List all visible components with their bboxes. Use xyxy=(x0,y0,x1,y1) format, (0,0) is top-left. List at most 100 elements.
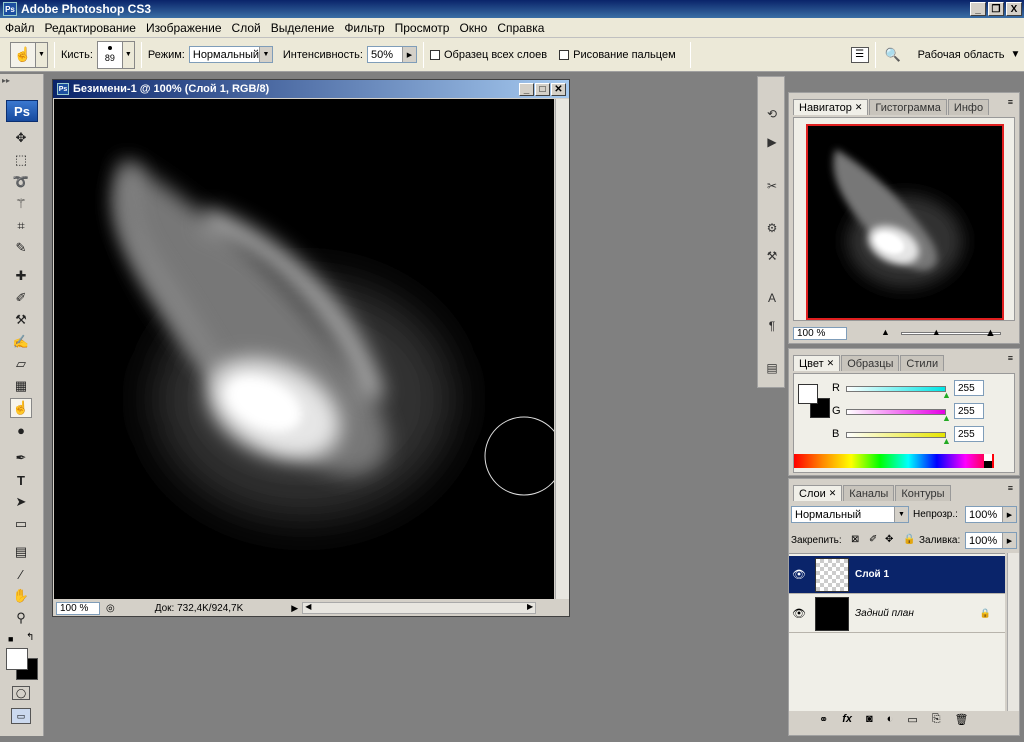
tab-channels[interactable]: Каналы xyxy=(843,485,895,501)
foreground-color-swatch[interactable] xyxy=(6,648,28,670)
lock-transparency-icon[interactable]: ⊠ xyxy=(851,534,859,545)
delete-layer-icon[interactable]: 🗑 xyxy=(955,713,969,726)
fill-field[interactable]: 100% ▶ xyxy=(965,532,1017,549)
menu-filter[interactable]: Фильтр xyxy=(339,21,389,35)
slider-thumb-icon[interactable]: ▲ xyxy=(932,327,941,337)
menu-select[interactable]: Выделение xyxy=(266,21,340,35)
tab-color[interactable]: Цвет ✕ xyxy=(793,355,841,371)
ramp-black-swatch[interactable] xyxy=(984,461,992,468)
history-panel-icon[interactable]: ⟲ xyxy=(761,105,783,123)
brush-icon[interactable]: ✐ xyxy=(10,288,32,308)
navigator-zoom-field[interactable]: 100 % xyxy=(793,327,847,340)
menu-layer[interactable]: Слой xyxy=(227,21,266,35)
slice-icon[interactable]: ✎ xyxy=(10,238,32,258)
zoom-in-icon[interactable]: ▲ xyxy=(985,327,996,339)
layer-style-icon[interactable]: fx xyxy=(842,713,852,726)
smudge-icon[interactable]: ☝ xyxy=(10,398,32,418)
photoshop-logo-icon[interactable]: Ps xyxy=(6,100,38,122)
finger-painting-checkbox[interactable] xyxy=(559,49,570,60)
close-icon[interactable]: ✕ xyxy=(855,102,863,113)
mode-select[interactable]: Нормальный ▼ xyxy=(188,46,273,63)
layer-mask-icon[interactable]: ◙ xyxy=(866,713,873,726)
chevron-right-icon[interactable]: ▶ xyxy=(1002,507,1016,522)
doc-maximize-button[interactable]: □ xyxy=(535,82,550,96)
bridge-icon[interactable]: 🔍 xyxy=(882,45,904,65)
minimize-button[interactable]: _ xyxy=(970,2,986,16)
notes-icon[interactable]: ▤ xyxy=(10,542,32,562)
preset-dropdown-icon[interactable]: ▼ xyxy=(36,41,48,68)
ramp-white-swatch[interactable] xyxy=(984,454,992,461)
red-value-field[interactable]: 255 xyxy=(954,380,984,396)
menu-edit[interactable]: Редактирование xyxy=(40,21,141,35)
layer-comps-icon[interactable]: ▤ xyxy=(761,359,783,377)
stamp-icon[interactable]: ⚒ xyxy=(10,310,32,330)
lasso-icon[interactable]: ➰ xyxy=(10,172,32,192)
paragraph-panel-icon[interactable]: ¶ xyxy=(761,317,783,335)
healing-icon[interactable]: ✚ xyxy=(10,266,32,286)
color-fg-swatch[interactable] xyxy=(798,384,818,404)
layers-scrollbar[interactable] xyxy=(1007,553,1019,711)
menu-help[interactable]: Справка xyxy=(492,21,549,35)
status-info-icon[interactable]: ◎ xyxy=(106,603,115,614)
screen-mode-icon[interactable]: ▭ xyxy=(11,708,31,724)
zoom-icon[interactable]: ⚲ xyxy=(10,608,32,628)
green-value-field[interactable]: 255 xyxy=(954,403,984,419)
red-slider[interactable] xyxy=(846,386,946,392)
eye-icon[interactable]: 👁 xyxy=(789,607,809,620)
eye-icon[interactable]: 👁 xyxy=(789,568,809,581)
navigator-thumbnail[interactable] xyxy=(806,124,1004,320)
marquee-icon[interactable]: ⬚ xyxy=(10,150,32,170)
lock-all-icon[interactable]: 🔒 xyxy=(903,534,915,545)
close-icon[interactable]: ✕ xyxy=(829,488,837,499)
blue-slider-thumb-icon[interactable]: ▲ xyxy=(942,436,951,446)
smudge-tool-preset-icon[interactable]: ☝ xyxy=(10,41,36,68)
status-menu-arrow-icon[interactable]: ▶ xyxy=(291,603,298,614)
opacity-field[interactable]: 100% ▶ xyxy=(965,506,1017,523)
layer-row-selected[interactable]: 👁 Слой 1 xyxy=(789,556,1005,594)
red-slider-thumb-icon[interactable]: ▲ xyxy=(942,390,951,400)
blue-value-field[interactable]: 255 xyxy=(954,426,984,442)
doc-minimize-button[interactable]: _ xyxy=(519,82,534,96)
palette-well-icon[interactable]: ☰ xyxy=(850,46,869,63)
new-group-icon[interactable]: ▭ xyxy=(907,713,917,726)
dodge-icon[interactable]: ● xyxy=(10,420,32,440)
zoom-out-icon[interactable]: ▲ xyxy=(881,327,890,337)
tab-paths[interactable]: Контуры xyxy=(895,485,951,501)
brush-picker[interactable]: 89 xyxy=(96,40,123,69)
brushes-panel-icon[interactable]: ⚙ xyxy=(761,219,783,237)
color-spectrum-ramp[interactable] xyxy=(794,454,994,468)
scroll-right-icon[interactable]: ▶ xyxy=(527,602,533,611)
actions-panel-icon[interactable]: ▶ xyxy=(761,133,783,151)
path-select-icon[interactable]: ➤ xyxy=(10,492,32,512)
new-layer-icon[interactable]: ⎘ xyxy=(932,713,941,726)
clone-source-icon[interactable]: ⚒ xyxy=(761,247,783,265)
move-icon[interactable]: ✥ xyxy=(10,128,32,148)
panel-menu-icon[interactable]: ≡ xyxy=(1008,483,1013,493)
tab-swatches[interactable]: Образцы xyxy=(841,355,900,371)
horizontal-scrollbar[interactable]: ◀ ▶ xyxy=(302,602,537,614)
layer-row[interactable]: 👁 Задний план 🔒 xyxy=(789,595,1005,633)
blend-mode-select[interactable]: Нормальный ▼ xyxy=(791,506,909,523)
green-slider-thumb-icon[interactable]: ▲ xyxy=(942,413,951,423)
tab-histogram[interactable]: Гистограмма xyxy=(869,99,947,115)
history-brush-icon[interactable]: ✍ xyxy=(10,332,32,352)
eyedropper-icon[interactable]: ⁄ xyxy=(10,564,32,584)
palette-grip-icon[interactable]: ▸▸ xyxy=(2,76,40,85)
vertical-scrollbar[interactable] xyxy=(555,99,569,599)
workspace-menu[interactable]: Рабочая область xyxy=(918,49,1005,61)
quick-mask-icon[interactable]: ◯ xyxy=(12,686,30,700)
menu-window[interactable]: Окно xyxy=(454,21,492,35)
scroll-left-icon[interactable]: ◀ xyxy=(305,602,311,611)
tab-navigator[interactable]: Навигатор ✕ xyxy=(793,99,869,115)
restore-button[interactable]: ❐ xyxy=(988,2,1004,16)
character-panel-icon[interactable]: A xyxy=(761,289,783,307)
chevron-right-icon[interactable]: ▶ xyxy=(1002,533,1016,548)
default-colors-icon[interactable]: ■ xyxy=(8,634,13,644)
crop-icon[interactable]: ⌗ xyxy=(10,216,32,236)
tab-styles[interactable]: Стили xyxy=(900,355,945,371)
adjustment-layer-icon[interactable]: ◐ xyxy=(887,713,894,726)
type-icon[interactable]: T xyxy=(10,470,32,490)
panel-menu-icon[interactable]: ≡ xyxy=(1008,353,1013,363)
zoom-field[interactable]: 100 % xyxy=(56,601,100,615)
pen-icon[interactable]: ✒ xyxy=(10,448,32,468)
